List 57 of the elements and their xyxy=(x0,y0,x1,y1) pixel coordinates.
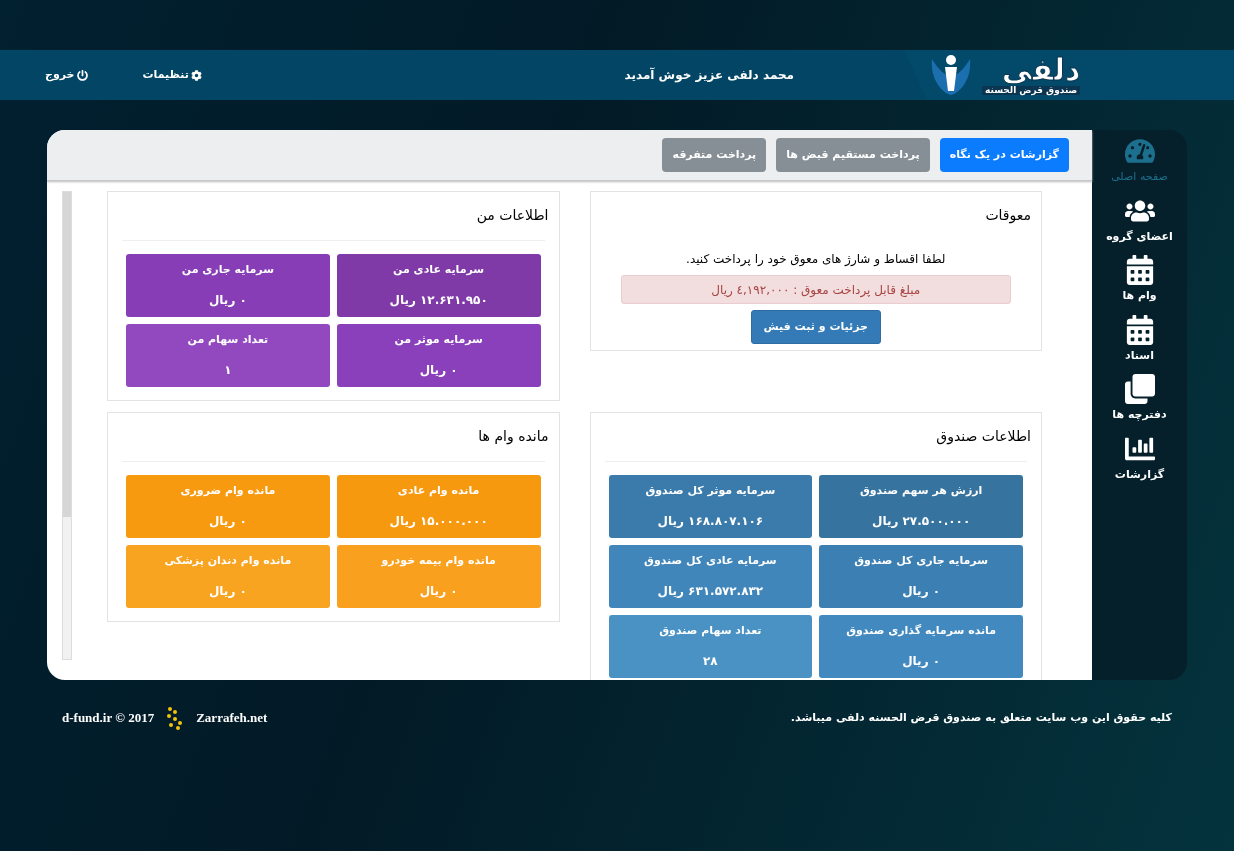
tile-label: تعداد سهام من xyxy=(187,332,269,348)
power-icon xyxy=(76,69,88,81)
sidebar-item[interactable]: وام ها xyxy=(1122,255,1157,305)
tile-value: ۱۵.۰۰۰.۰۰۰ ریال xyxy=(389,513,488,530)
dots-logo-icon xyxy=(166,706,185,730)
sidebar-item[interactable]: دفترچه ها xyxy=(1112,374,1167,424)
tile-value: ۰ ریال xyxy=(208,583,247,600)
calendar-icon xyxy=(1124,255,1155,285)
logout-link[interactable]: خروج xyxy=(45,66,88,84)
tile-value: ۰ ریال xyxy=(902,653,941,670)
panel-title: اطلاعات من xyxy=(476,207,549,223)
panel-title: معوقات xyxy=(985,207,1031,223)
site-text: d-fund.ir © 2017 xyxy=(62,709,155,728)
copyright-text: کلیه حقوق این وب سایت متعلق به صندوق قرض الحسنه دلفی میباشد. xyxy=(790,709,1172,726)
tile-label: سرمایه موثر کل صندوق xyxy=(645,483,776,499)
sidebar-item[interactable]: اسناد xyxy=(1124,314,1155,364)
scrollbar[interactable] xyxy=(62,191,72,660)
tile-value: ۰ ریال xyxy=(419,583,458,600)
tile-value: ۲۷.۵۰۰.۰۰۰ ریال xyxy=(872,513,971,530)
tile-value: ۲۸ xyxy=(703,653,718,670)
welcome-text: محمد دلفی عزیز خوش آمدید xyxy=(624,66,794,84)
tile-value: ۶۳۱.۵۷۲.۸۳۲ ریال xyxy=(657,583,764,600)
logo-title: دلفی xyxy=(1001,55,1081,85)
details-button[interactable]: جزئیات و ثبت فیش xyxy=(750,310,881,344)
sidebar-item[interactable]: اعضای گروه xyxy=(1106,195,1173,245)
tile-label: سرمایه عادی من xyxy=(393,262,485,278)
tile-label: مانده وام دندان پزشکی xyxy=(164,553,292,569)
tile-label: سرمایه موثر من xyxy=(394,332,483,348)
tile-label: ارزش هر سهم صندوق xyxy=(859,483,983,499)
logo-subtitle: صندوق قرض الحسنه xyxy=(982,86,1081,95)
tile-label: سرمایه جاری کل صندوق xyxy=(854,553,988,569)
panel-title: مانده وام ها xyxy=(478,428,549,444)
tile-label: مانده وام عادی xyxy=(397,483,480,499)
tile-value: ۰ ریال xyxy=(419,362,458,379)
gauge-icon xyxy=(1124,136,1155,166)
calendar-icon xyxy=(1124,314,1155,345)
tile-label: تعداد سهام صندوق xyxy=(659,623,762,639)
designer-link[interactable]: Zarrafeh.net xyxy=(196,708,268,728)
tile-value: ۰ ریال xyxy=(208,513,247,530)
overdue-message: لطفا اقساط و شارژ های معوق خود را پرداخت کنید. xyxy=(686,251,946,268)
tile-value: ۰ ریال xyxy=(902,583,941,600)
tile-label: سرمایه جاری من xyxy=(181,262,274,278)
overdue-alert: مبلغ قابل پرداخت معوق : ٤,١٩٢,٠٠٠ ریال xyxy=(620,275,1011,304)
copy-icon xyxy=(1124,374,1155,404)
tile-label: مانده وام بیمه خودرو xyxy=(381,553,496,569)
tile-value: ۱۲.۶۳۱.۹۵۰ ریال xyxy=(389,292,488,309)
tab-button[interactable]: گزارشات در یک نگاه xyxy=(939,138,1069,172)
sidebar-item[interactable]: گزارشات xyxy=(1114,433,1165,483)
settings-link[interactable]: تنظیمات xyxy=(142,66,202,84)
tile-value: ۱۶۸.۸۰۷.۱۰۶ ریال xyxy=(657,513,764,530)
panel-title: اطلاعات صندوق xyxy=(936,428,1031,444)
tile-label: مانده سرمایه گذاری صندوق xyxy=(846,623,997,639)
tile-value: ۱ xyxy=(224,362,232,379)
settings-icon xyxy=(190,69,202,81)
tile-value: ۰ ریال xyxy=(208,292,247,309)
tile-label: مانده وام ضروری xyxy=(180,483,276,499)
tile-label: سرمایه عادی کل صندوق xyxy=(644,553,777,569)
